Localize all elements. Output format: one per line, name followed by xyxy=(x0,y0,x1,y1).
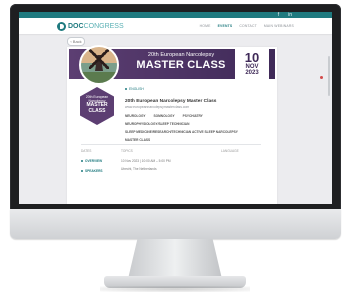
language-label: ENGLISH xyxy=(125,87,271,91)
monitor-chin xyxy=(10,209,341,239)
event-banner: 20th European Narcolepsy MASTER CLASS 10… xyxy=(69,45,275,85)
date-day: 10 xyxy=(244,50,260,65)
linkedin-icon[interactable]: in xyxy=(288,12,292,18)
stand-shadow xyxy=(100,286,250,292)
tag: NEUROLOGY xyxy=(125,114,146,118)
nav-home[interactable]: HOME xyxy=(200,24,211,28)
windmill-blades xyxy=(89,49,109,69)
nav-main-webinars[interactable]: MAIN WEBINARS xyxy=(264,24,294,28)
tag: NEUROPHYSIOLOGY/SLEEP TECHNICIAN xyxy=(125,122,190,126)
banner-subtitle: 20th European Narcolepsy xyxy=(147,52,215,58)
tag: SOMNOLOGY xyxy=(153,114,175,118)
event-tags: NEUROLOGY SOMNOLOGY PSYCHIATRY NEUROPHYS… xyxy=(125,114,271,142)
detail-row: 10 Nov 2023 | 10:00 AM – 5:00 PM xyxy=(121,159,171,163)
tag: PSYCHIATRY xyxy=(182,114,203,118)
back-button[interactable]: ‹ Back xyxy=(67,37,85,46)
event-title: 20th European Narcolepsy Master Class xyxy=(125,99,217,104)
social-links: f in xyxy=(278,12,292,18)
bullet-icon xyxy=(81,170,83,173)
nav-contact[interactable]: CONTACT xyxy=(239,24,257,28)
notification-dot xyxy=(320,76,323,79)
col-dates: DATES xyxy=(81,149,92,153)
navbar: DOC CONGRESS HOME EVENTS CONTACT MAIN WE… xyxy=(19,18,332,34)
logo-icon xyxy=(57,21,66,31)
logo[interactable]: DOC CONGRESS xyxy=(57,21,124,31)
col-topics: TOPICS xyxy=(121,149,133,153)
bullet-icon xyxy=(81,160,83,163)
nav-events[interactable]: EVENTS xyxy=(218,24,233,28)
event-card: 20th European Narcolepsy MASTER CLASS 10… xyxy=(67,45,277,204)
logo-congress-text: CONGRESS xyxy=(83,22,124,30)
top-bar: f in xyxy=(19,12,332,18)
date-badge: 10 NOV 2023 xyxy=(235,49,269,79)
event-website[interactable]: www.europeannarcolepsymasterclass.com xyxy=(125,105,271,109)
language-icon xyxy=(125,88,127,91)
scrollbar[interactable] xyxy=(328,56,330,96)
nav-links: HOME EVENTS CONTACT MAIN WEBINARS xyxy=(200,24,294,28)
monitor-stand-neck xyxy=(128,239,222,279)
screen: f in DOC CONGRESS HOME EVENTS CONTACT MA… xyxy=(19,12,332,204)
event-details: DATES TOPICS LANGUAGE OVERVIEW SPEAKERS … xyxy=(81,144,261,204)
tag: SLEEP MEDICINE/RESEARCH/TECHNICIAN ACTIV… xyxy=(125,130,238,134)
side-overview[interactable]: OVERVIEW xyxy=(81,159,102,163)
side-speakers[interactable]: SPEAKERS xyxy=(81,169,103,173)
date-year: 2023 xyxy=(245,70,259,76)
facebook-icon[interactable]: f xyxy=(278,12,279,18)
windmill-photo xyxy=(79,45,119,85)
hex-line2: MASTER CLASS xyxy=(86,102,108,114)
banner-title: MASTER CLASS xyxy=(136,59,226,71)
detail-row: Utrecht, The Netherlands xyxy=(121,167,157,171)
event-hex-logo: 20th European Narcolepsy MASTER CLASS xyxy=(80,87,114,125)
logo-doc-text: DOC xyxy=(68,22,84,30)
event-info: ENGLISH 20th European Narcolepsy Master … xyxy=(125,87,271,142)
col-language: LANGUAGE xyxy=(221,149,239,153)
tag: MASTER CLASS xyxy=(125,138,151,142)
